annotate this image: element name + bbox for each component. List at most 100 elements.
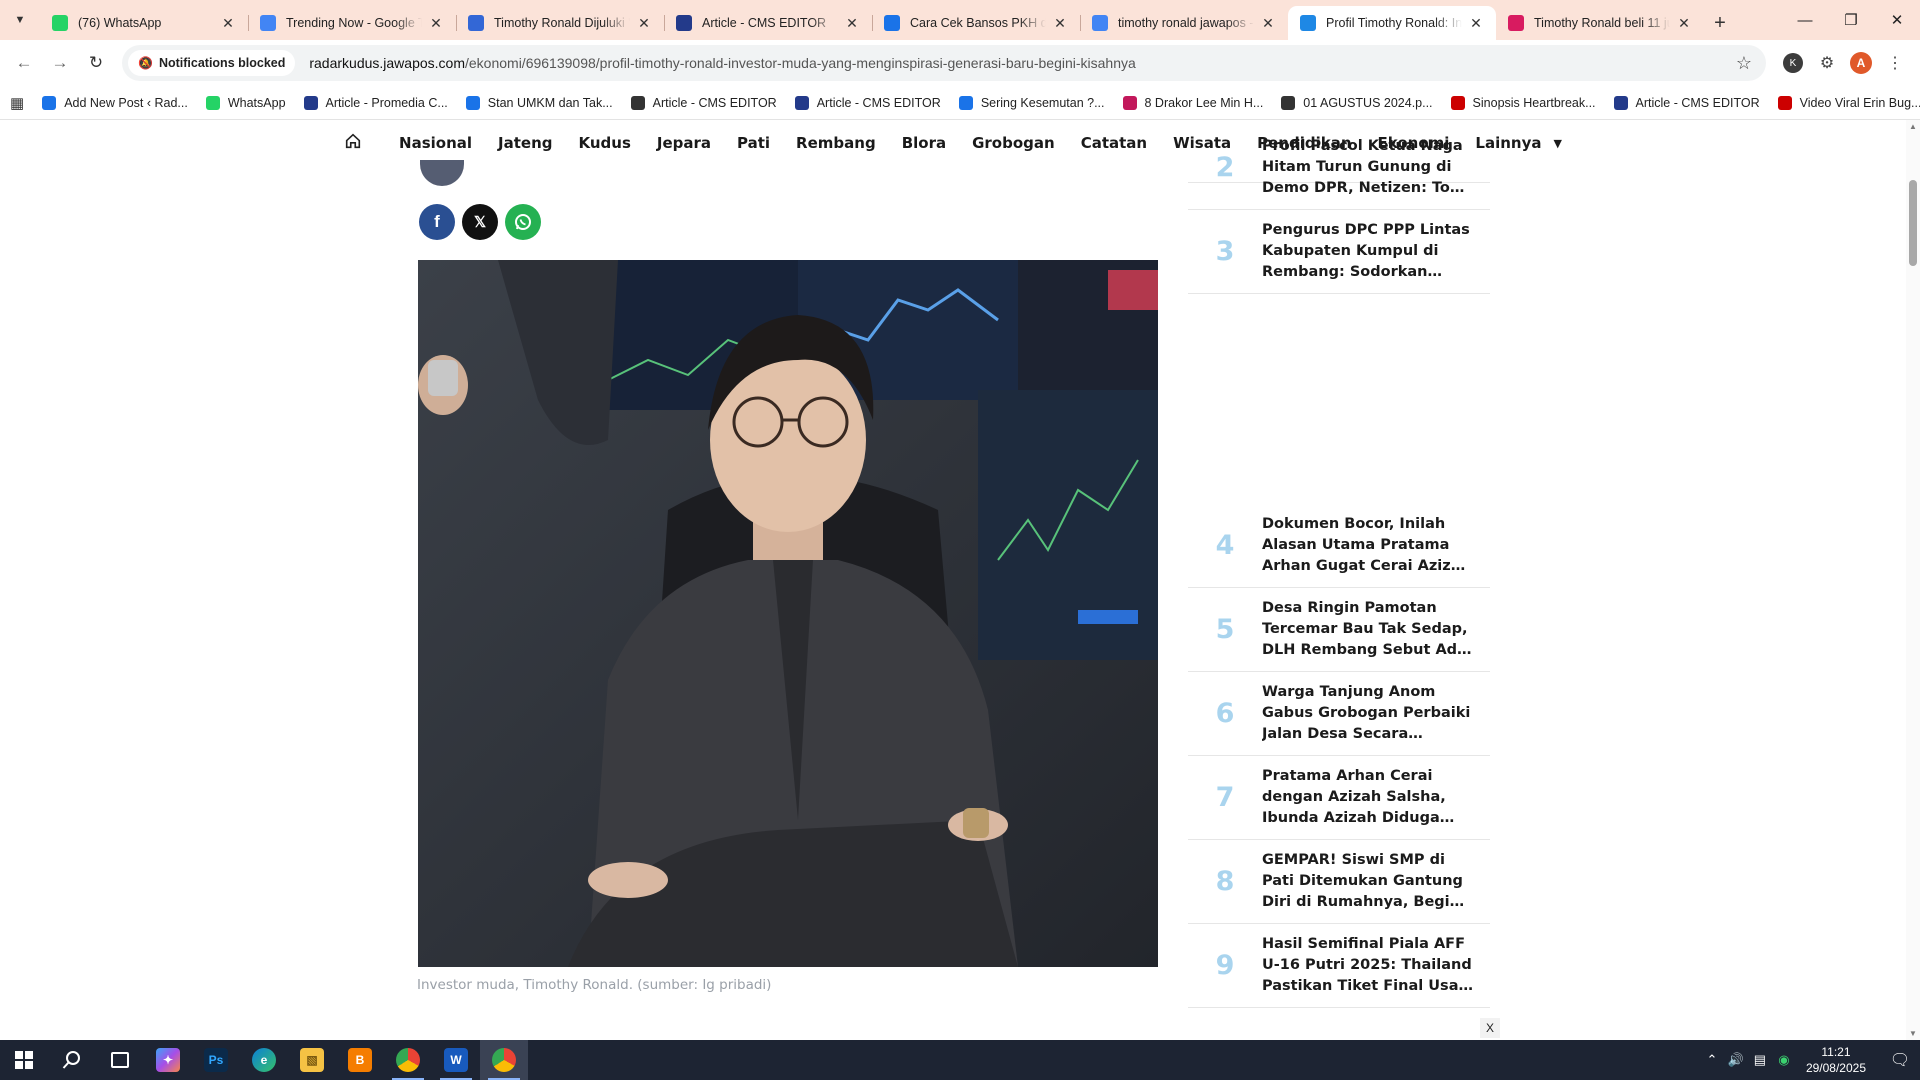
bookmark-item[interactable]: Sinopsis Heartbreak... [1450,95,1596,110]
task-view-icon[interactable] [96,1040,144,1080]
rank-title-link[interactable]: Warga Tanjung Anom Gabus Grobogan Perbai… [1262,682,1474,745]
notifications-blocked-chip[interactable]: 🔕 Notifications blocked [128,50,296,76]
bookmark-item[interactable]: Article - CMS EDITOR [630,95,777,110]
browser-menu-icon[interactable]: ⋮ [1878,46,1912,80]
profile-avatar[interactable]: A [1844,46,1878,80]
apps-grid-icon[interactable]: ▦ [10,94,24,112]
rank-title-link[interactable]: Pratama Arhan Cerai dengan Azizah Salsha… [1262,766,1474,829]
browser-tab[interactable]: (76) WhatsApp ✕ [40,6,248,40]
rank-title-link[interactable]: Hasil Semifinal Piala AFF U-16 Putri 202… [1262,934,1474,997]
close-tab-icon[interactable]: ✕ [1052,15,1068,32]
rank-title-link[interactable]: Dokumen Bocor, Inilah Alasan Utama Prata… [1262,514,1474,577]
photoshop-icon[interactable]: Ps [192,1040,240,1080]
browser-tab[interactable]: Trending Now - Google Trends ✕ [248,6,456,40]
nav-link-rembang[interactable]: Rembang [796,134,876,152]
forward-button[interactable]: → [44,47,76,79]
nav-link-jepara[interactable]: Jepara [657,134,711,152]
x-share-icon[interactable]: 𝕏 [462,204,498,240]
close-tab-icon[interactable]: ✕ [844,15,860,32]
volume-icon[interactable]: 🔊 [1724,1052,1748,1068]
word-icon[interactable]: W [432,1040,480,1080]
rank-title-link[interactable]: Pengurus DPC PPP Lintas Kabupaten Kumpul… [1262,220,1474,283]
chrome-profile-icon[interactable] [480,1040,528,1080]
browser-tab[interactable]: Profil Timothy Ronald: Inv ✕ [1288,6,1496,40]
minimize-button[interactable]: — [1782,0,1828,40]
chrome-icon[interactable] [384,1040,432,1080]
rank-title-link[interactable]: Desa Ringin Pamotan Tercemar Bau Tak Sed… [1262,598,1474,661]
close-tab-icon[interactable]: ✕ [428,15,444,32]
nav-link-grobogan[interactable]: Grobogan [972,134,1055,152]
tab-title: (76) WhatsApp [78,16,162,30]
popular-list-item[interactable]: 6 Warga Tanjung Anom Gabus Grobogan Perba… [1188,672,1490,756]
start-button[interactable] [0,1040,48,1080]
nav-link-blora[interactable]: Blora [902,134,946,152]
clock[interactable]: 11:21 29/08/2025 [1806,1044,1866,1076]
new-tab-button[interactable]: + [1704,6,1736,40]
reload-button[interactable]: ↻ [80,47,112,79]
rank-title-link[interactable]: Profil Pascol Ketua Naga Hitam Turun Gun… [1262,136,1474,199]
page-scrollbar[interactable]: ▲ ▼ [1906,120,1920,1040]
blogger-icon[interactable]: B [336,1040,384,1080]
url-text[interactable]: radarkudus.jawapos.com/ekonomi/696139098… [309,55,1135,71]
popular-list-item[interactable]: 7 Pratama Arhan Cerai dengan Azizah Salsh… [1188,756,1490,840]
browser-tab[interactable]: Timothy Ronald beli 11 ju ✕ [1496,6,1704,40]
bookmark-item[interactable]: 8 Drakor Lee Min H... [1122,95,1263,110]
scroll-down-icon[interactable]: ▼ [1908,1029,1918,1038]
browser-tab[interactable]: Cara Cek Bansos PKH dan ✕ [872,6,1080,40]
bookmark-star-icon[interactable]: ☆ [1736,53,1760,74]
network-icon[interactable]: ▤ [1748,1052,1772,1068]
close-tab-icon[interactable]: ✕ [1468,15,1484,32]
bookmark-item[interactable]: Sering Kesemutan ?... [958,95,1105,110]
rank-title-link[interactable]: GEMPAR! Siswi SMP di Pati Ditemukan Gant… [1262,850,1474,913]
close-tab-icon[interactable]: ✕ [1260,15,1276,32]
bookmark-item[interactable]: Stan UMKM dan Tak... [465,95,613,110]
ad-close-button[interactable]: X [1480,1018,1500,1038]
bookmark-item[interactable]: Video Viral Erin Bug... [1777,95,1920,110]
popular-list-item[interactable]: 2 Profil Pascol Ketua Naga Hitam Turun Gu… [1188,126,1490,210]
cnn-icon [1450,95,1465,110]
home-icon[interactable] [344,132,362,154]
bookmark-item[interactable]: Article - CMS EDITOR [1613,95,1760,110]
popular-list-item[interactable]: 8 GEMPAR! Siswi SMP di Pati Ditemukan Gan… [1188,840,1490,924]
search-icon[interactable] [48,1040,96,1080]
bookmark-item[interactable]: WhatsApp [205,95,286,110]
close-tab-icon[interactable]: ✕ [220,15,236,32]
close-tab-icon[interactable]: ✕ [1676,15,1692,32]
scroll-thumb[interactable] [1909,180,1917,266]
whatsapp-share-icon[interactable] [505,204,541,240]
restore-button[interactable]: ❐ [1828,0,1874,40]
browser-tab[interactable]: Article - CMS EDITOR ✕ [664,6,872,40]
edge-icon[interactable]: e [240,1040,288,1080]
notification-center-icon[interactable]: 🗨 [1880,1050,1920,1070]
copilot-icon[interactable]: ✦ [144,1040,192,1080]
facebook-share-icon[interactable]: f [419,204,455,240]
tab-search-button[interactable]: ▼ [0,0,40,40]
nav-link-kudus[interactable]: Kudus [578,134,630,152]
popular-list-item[interactable]: 9 Hasil Semifinal Piala AFF U-16 Putri 20… [1188,924,1490,1008]
back-button[interactable]: ← [8,47,40,79]
security-icon[interactable]: ◉ [1772,1052,1796,1068]
nav-link-nasional[interactable]: Nasional [399,134,472,152]
scroll-up-icon[interactable]: ▲ [1908,122,1918,131]
bookmark-item[interactable]: Add New Post ‹ Rad... [42,95,188,110]
nav-link-pati[interactable]: Pati [737,134,770,152]
nav-link-catatan[interactable]: Catatan [1081,134,1147,152]
browser-tab[interactable]: timothy ronald jawapos - ✕ [1080,6,1288,40]
popular-list-item[interactable]: 3 Pengurus DPC PPP Lintas Kabupaten Kumpu… [1188,210,1490,294]
popular-list-item[interactable]: 5 Desa Ringin Pamotan Tercemar Bau Tak Se… [1188,588,1490,672]
tray-overflow-icon[interactable]: ⌃ [1700,1052,1724,1068]
close-window-button[interactable]: ✕ [1874,0,1920,40]
bookmark-item[interactable]: 01 AGUSTUS 2024.p... [1281,95,1433,110]
close-tab-icon[interactable]: ✕ [636,15,652,32]
address-bar[interactable]: 🔕 Notifications blocked radarkudus.jawap… [122,45,1766,81]
extension-k-icon[interactable]: K [1776,46,1810,80]
extensions-puzzle-icon[interactable]: ⚙ [1810,46,1844,80]
bookmark-item[interactable]: Article - Promedia C... [303,95,448,110]
bookmark-item[interactable]: Article - CMS EDITOR [794,95,941,110]
browser-tab[interactable]: Timothy Ronald Dijuluki 'Vlog... ✕ [456,6,664,40]
tab-title: Trending Now - Google Trends [286,16,422,30]
nav-link-jateng[interactable]: Jateng [498,134,552,152]
tab-title: Timothy Ronald beli 11 ju [1534,16,1670,30]
file-explorer-icon[interactable]: ▧ [288,1040,336,1080]
popular-list-item[interactable]: 4 Dokumen Bocor, Inilah Alasan Utama Prat… [1188,504,1490,588]
